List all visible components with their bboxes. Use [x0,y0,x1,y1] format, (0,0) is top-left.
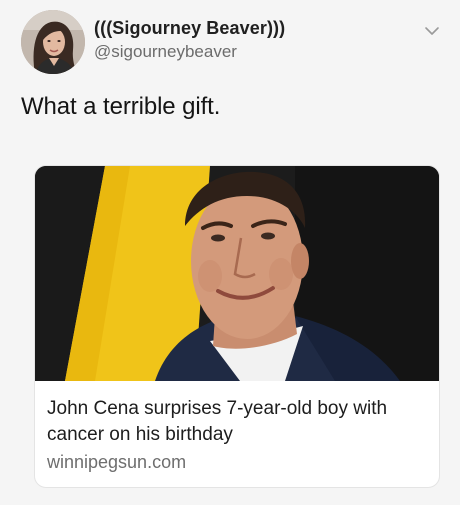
tweet-text: What a terrible gift. [21,93,221,120]
article-photo-icon [35,166,439,381]
tweet-author[interactable]: (((Sigourney Beaver))) @sigourneybeaver [94,17,285,62]
card-text[interactable]: John Cena surprises 7-year-old boy with … [47,396,429,474]
link-card[interactable]: John Cena surprises 7-year-old boy with … [34,165,440,488]
card-image[interactable] [35,166,439,381]
profile-photo-icon [21,10,85,74]
chevron-down-icon[interactable] [424,24,440,36]
tweet: (((Sigourney Beaver))) @sigourneybeaver … [0,0,460,505]
card-domain[interactable]: winnipegsun.com [47,450,429,474]
avatar[interactable] [21,10,85,74]
author-display-name[interactable]: (((Sigourney Beaver))) [94,17,285,39]
author-handle[interactable]: @sigourneybeaver [94,42,285,62]
card-title[interactable]: John Cena surprises 7-year-old boy with … [47,396,429,448]
